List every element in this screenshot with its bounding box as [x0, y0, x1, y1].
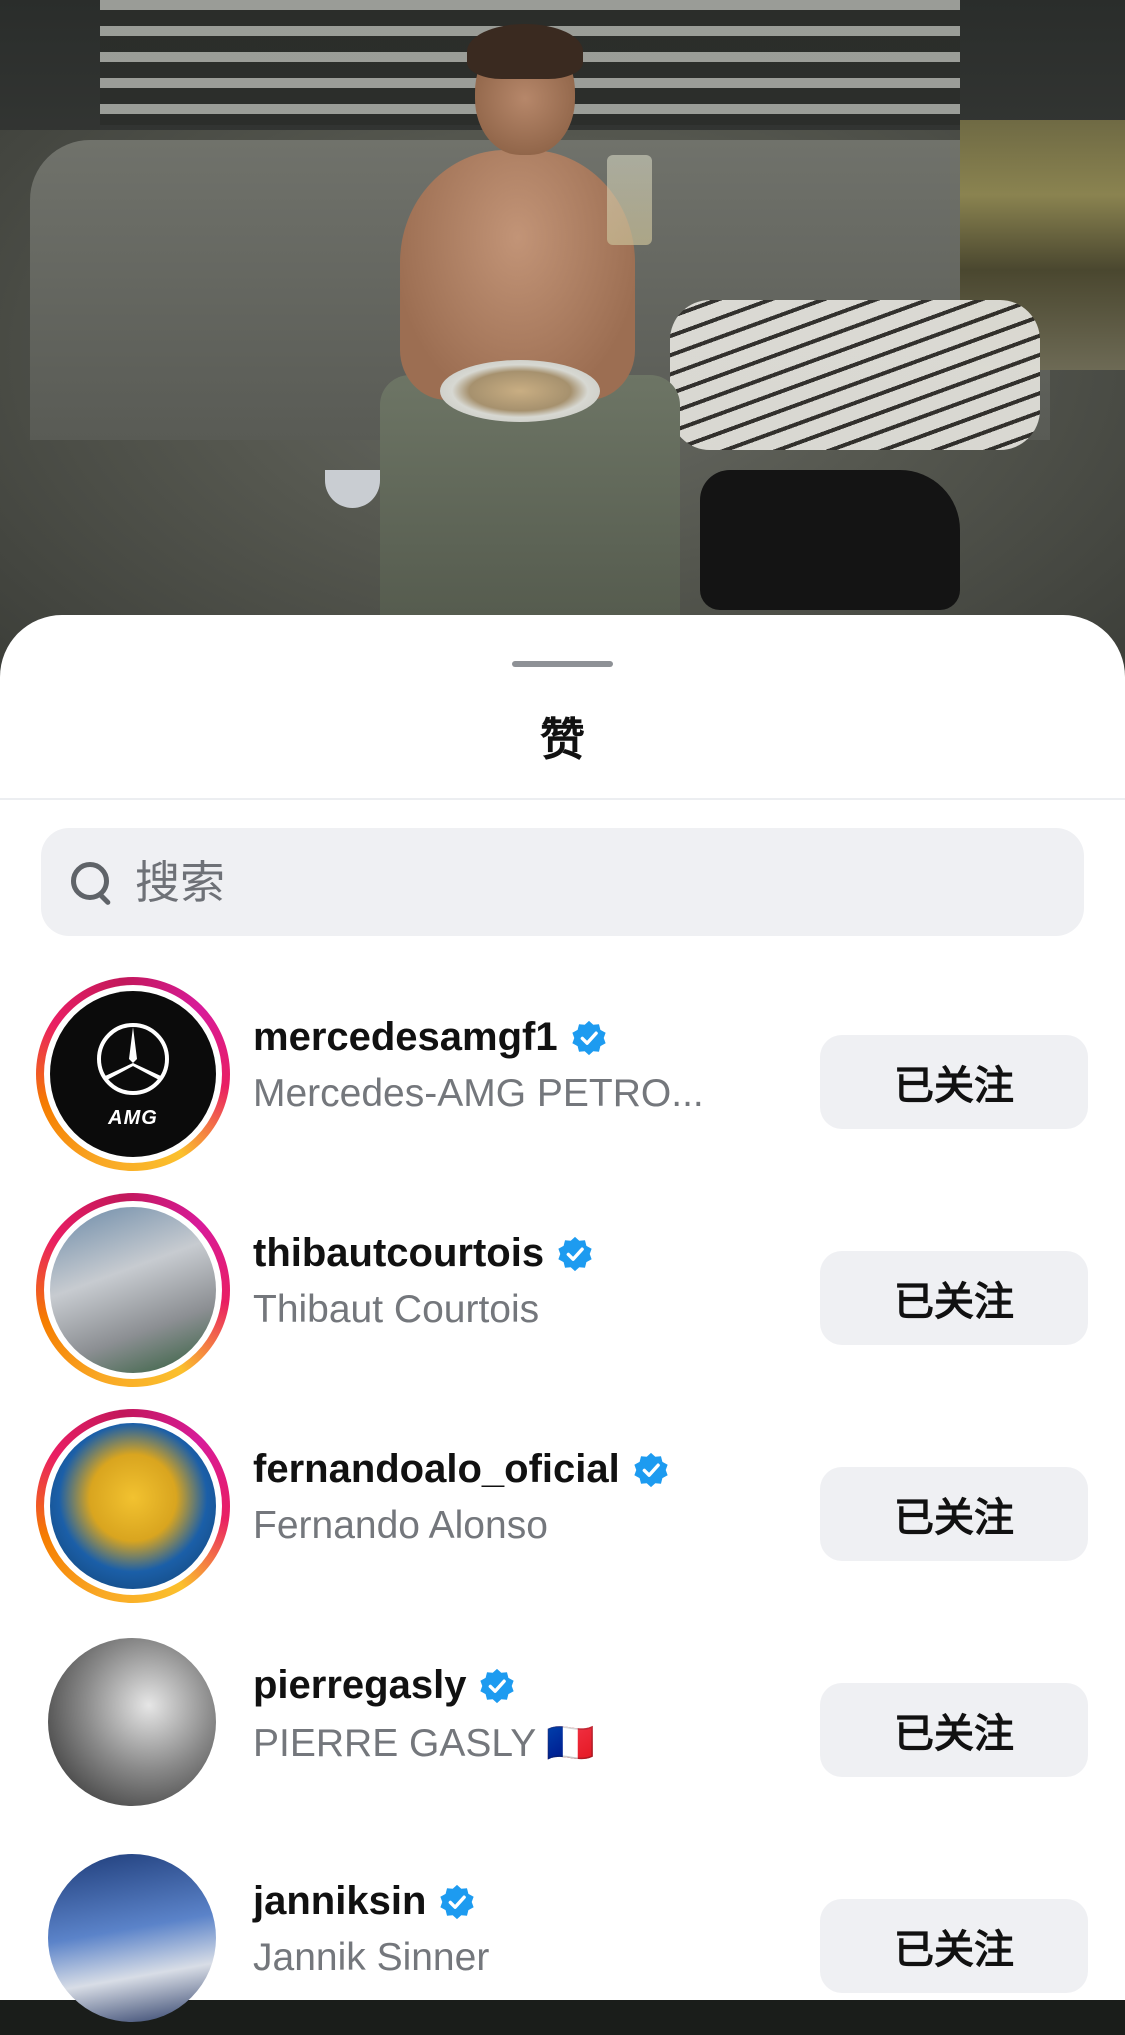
following-button[interactable]: 已关注 — [820, 1035, 1088, 1129]
list-item[interactable]: AMG mercedesamgf1 Mercedes-AMG PETRO... … — [0, 955, 1125, 1171]
avatar[interactable] — [36, 1409, 230, 1603]
search-bar[interactable] — [41, 828, 1084, 936]
likers-list: AMG mercedesamgf1 Mercedes-AMG PETRO... … — [0, 955, 1125, 2035]
username[interactable]: fernandoalo_oficial — [253, 1447, 620, 1492]
full-name: PIERRE GASLY 🇫🇷 — [253, 1722, 595, 1765]
verified-badge-icon — [634, 1452, 668, 1487]
avatar-photo — [50, 1207, 216, 1373]
list-item[interactable]: fernandoalo_oficial Fernando Alonso 已关注 — [0, 1387, 1125, 1603]
following-button[interactable]: 已关注 — [820, 1683, 1088, 1777]
search-icon — [69, 860, 113, 906]
following-button[interactable]: 已关注 — [820, 1251, 1088, 1345]
full-name: Thibaut Courtois — [253, 1288, 540, 1331]
avatar-photo — [50, 1423, 216, 1589]
mercedes-logo-icon: AMG — [50, 991, 216, 1157]
sheet-grabber[interactable] — [512, 661, 613, 667]
verified-badge-icon — [571, 1020, 606, 1055]
username[interactable]: pierregasly — [253, 1663, 466, 1708]
full-name: Mercedes-AMG PETRO... — [253, 1072, 704, 1115]
sheet-divider — [0, 798, 1125, 800]
avatar[interactable] — [36, 1193, 230, 1387]
photo-hair — [467, 24, 583, 79]
post-photo — [0, 0, 1125, 680]
photo-blanket — [670, 300, 1040, 450]
list-item[interactable]: janniksin Jannik Sinner 已关注 — [0, 1819, 1125, 2035]
verified-badge-icon — [440, 1884, 475, 1919]
username[interactable]: thibautcourtois — [253, 1231, 544, 1276]
photo-bag — [700, 470, 960, 610]
list-item[interactable]: pierregasly PIERRE GASLY 🇫🇷 已关注 — [0, 1603, 1125, 1819]
avatar[interactable] — [48, 1854, 216, 2022]
verified-badge-icon — [480, 1668, 515, 1703]
full-name: Fernando Alonso — [253, 1504, 548, 1547]
following-button[interactable]: 已关注 — [820, 1899, 1088, 1993]
sheet-title: 赞 — [539, 714, 585, 765]
photo-glass — [607, 155, 652, 245]
search-input[interactable] — [133, 854, 1037, 910]
amg-wordmark: AMG — [108, 1106, 158, 1129]
photo-person — [355, 24, 685, 635]
avatar[interactable]: AMG — [36, 977, 230, 1171]
verified-badge-icon — [558, 1236, 592, 1271]
avatar[interactable] — [48, 1638, 216, 1806]
likes-sheet: 赞 AMG — [0, 615, 1125, 2022]
list-item[interactable]: thibautcourtois Thibaut Courtois 已关注 — [0, 1171, 1125, 1387]
full-name: Jannik Sinner — [253, 1936, 490, 1979]
username[interactable]: janniksin — [253, 1879, 426, 1924]
username[interactable]: mercedesamgf1 — [253, 1015, 558, 1060]
following-button[interactable]: 已关注 — [820, 1467, 1088, 1561]
photo-plate — [440, 360, 600, 422]
